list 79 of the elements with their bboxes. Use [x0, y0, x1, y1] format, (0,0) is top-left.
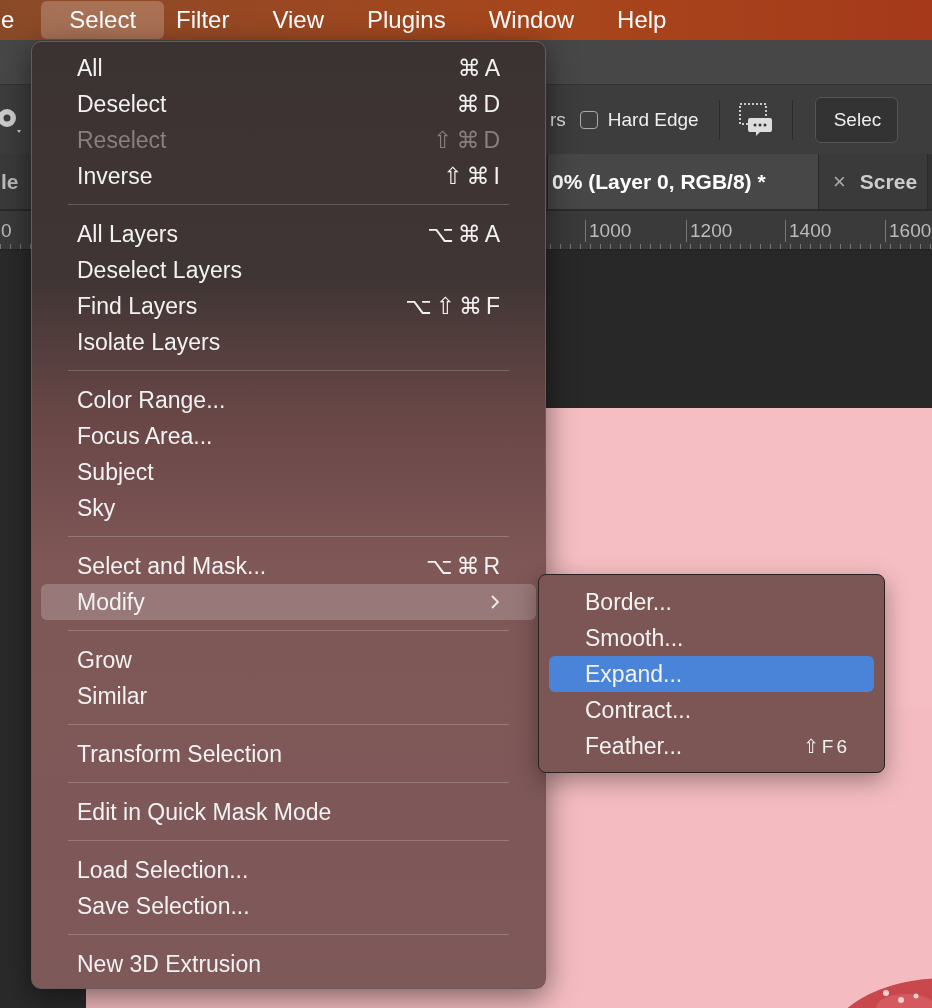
menu-item[interactable]: Modify [41, 584, 536, 620]
menu-bar-item[interactable]: Filter [176, 0, 248, 39]
shortcut: ⇧F6 [802, 734, 850, 758]
menu-item-label: Edit in Quick Mask Mode [77, 798, 332, 826]
menu-bar-item[interactable]: View [272, 0, 342, 39]
menu-item[interactable]: Contract... [549, 692, 874, 728]
menu-item-label: Contract... [585, 696, 692, 724]
menu-item-label: Expand... [585, 660, 683, 688]
ruler-label: 1600 [885, 220, 932, 243]
menu-item-label: Feather... [585, 732, 683, 760]
menu-item-label: Find Layers [77, 292, 198, 320]
shortcut: ⌥⌘R [425, 552, 504, 580]
document-tab[interactable]: × Scree [819, 154, 929, 210]
document-tab[interactable]: 0% (Layer 0, RGB/8) * [548, 154, 819, 210]
shortcut: ⌥⇧⌘F [405, 292, 504, 320]
menu-item[interactable]: Focus Area... [41, 418, 536, 454]
ruler-label: 1200 [686, 220, 733, 243]
menu-bar-item[interactable]: Window [488, 0, 593, 39]
menu-item-label: All Layers [77, 220, 178, 248]
menu-item[interactable]: Similar [41, 678, 536, 714]
menu-item-label: Border... [585, 588, 672, 616]
menu-item[interactable]: Grow [41, 642, 536, 678]
menu-item-label: Deselect [77, 90, 167, 118]
menu-item[interactable]: All Layers ⌥⌘A [41, 216, 536, 252]
select-button[interactable]: Selec [814, 96, 899, 143]
menu-item[interactable]: Subject [41, 454, 536, 490]
menu-item[interactable]: Deselect Layers [41, 252, 536, 288]
menu-item-label: Save Selection... [77, 892, 250, 920]
menu-item[interactable]: Transform Selection [41, 736, 536, 772]
menu-item-label: Focus Area... [77, 422, 213, 450]
shortcut: ⇧⌘D [433, 126, 504, 154]
menu-item-label: Subject [77, 458, 154, 486]
shortcut: ⌘A [457, 54, 504, 82]
menu-item-label: Color Range... [77, 386, 226, 414]
shortcut: ⌘D [456, 90, 504, 118]
menu-item[interactable]: Inverse ⇧⌘I [41, 158, 536, 194]
menu-item-label: Grow [77, 646, 132, 674]
menu-item[interactable]: Select and Mask... ⌥⌘R [41, 548, 536, 584]
ruler-label: 0 [0, 220, 12, 243]
menu-item[interactable]: Find Layers ⌥⇧⌘F [41, 288, 536, 324]
menu-bar-item[interactable]: e [0, 0, 27, 39]
menu-item[interactable]: Load Selection... [41, 852, 536, 888]
menu-item-label: Sky [77, 494, 116, 522]
menu-item[interactable]: Isolate Layers [41, 324, 536, 360]
menu-item[interactable]: Edit in Quick Mask Mode [41, 794, 536, 830]
menu-item-label: Load Selection... [77, 856, 249, 884]
menu-item-label: New 3D Extrusion [77, 950, 262, 978]
menu-item[interactable]: Smooth... [549, 620, 874, 656]
menu-item-label: All [77, 54, 103, 82]
menu-item[interactable]: New 3D Extrusion [41, 946, 536, 982]
shortcut: ⇧⌘I [443, 162, 504, 190]
menu-item[interactable]: Border... [549, 584, 874, 620]
menu-item-label: Isolate Layers [77, 328, 221, 356]
menu-item-label: Similar [77, 682, 148, 710]
checkbox[interactable] [579, 110, 598, 129]
menu-item-label: Transform Selection [77, 740, 282, 768]
ruler-label: 1400 [785, 220, 832, 243]
menu-item[interactable]: Expand... [549, 656, 874, 692]
menu-item[interactable]: Sky [41, 490, 536, 526]
menu-item[interactable]: Deselect ⌘D [41, 86, 536, 122]
menu-item[interactable]: All ⌘A [41, 50, 536, 86]
option-label: rs [550, 108, 566, 131]
menu-item-label: Select and Mask... [77, 552, 267, 580]
menu-bar-item[interactable]: Help [617, 0, 685, 39]
menu-item-label: Deselect Layers [77, 256, 242, 284]
menu-bar-item[interactable]: Plugins [367, 0, 464, 39]
close-icon[interactable]: × [833, 168, 846, 195]
menu-item-label: Smooth... [585, 624, 684, 652]
ruler-label: 1000 [585, 220, 632, 243]
menu-item-label: Inverse [77, 162, 153, 190]
menu-item[interactable]: Feather... ⇧F6 [549, 728, 874, 764]
checkbox-label: Hard Edge [607, 108, 699, 131]
menu-item[interactable]: Color Range... [41, 382, 536, 418]
menu-item[interactable]: Save Selection... [41, 888, 536, 924]
shortcut: ⌥⌘A [427, 220, 504, 248]
speech-bubble-icon[interactable] [737, 101, 774, 138]
menu-item-label: Modify [77, 588, 145, 616]
menu-item-label: Reselect [77, 126, 167, 154]
menu-bar-item[interactable]: Select [41, 0, 165, 39]
